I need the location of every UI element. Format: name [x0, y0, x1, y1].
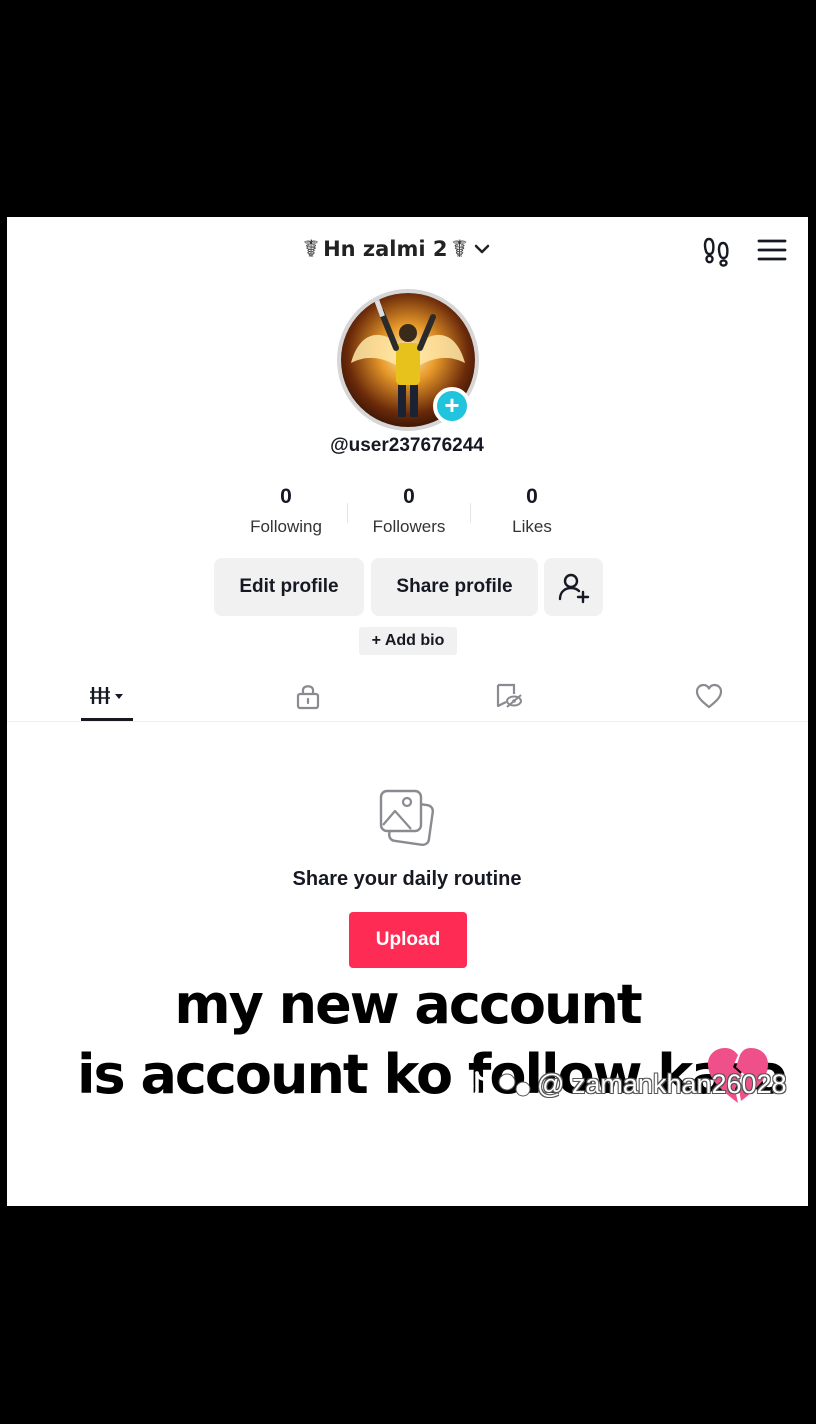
tiktok-logo-icon	[465, 1071, 531, 1098]
menu-icon[interactable]	[755, 233, 789, 267]
stat-following[interactable]: 0 Following	[226, 485, 346, 537]
lock-icon	[296, 685, 320, 710]
stat-value: 0	[526, 485, 538, 508]
add-story-badge[interactable]: +	[433, 387, 471, 425]
watermark-handle: @ zamankhan26028	[537, 1068, 787, 1099]
stat-value: 0	[403, 485, 415, 508]
top-bar: ☤ Hn zalmi 2 ☤	[7, 217, 808, 281]
footprints-icon[interactable]	[701, 233, 735, 267]
upload-button[interactable]: Upload	[349, 912, 467, 968]
profile-screen: ☤ Hn zalmi 2 ☤ + @user237676244 0 Follow…	[7, 217, 808, 1206]
stat-label: Followers	[372, 517, 446, 536]
videos-grid-icon	[90, 687, 123, 704]
share-profile-button[interactable]: Share profile	[371, 558, 538, 616]
stat-label: Likes	[512, 517, 552, 536]
watermark: @ zamankhan26028	[465, 1067, 787, 1101]
stat-divider	[470, 503, 471, 523]
tab-private[interactable]	[288, 675, 328, 717]
add-bio-button[interactable]: + Add bio	[359, 627, 457, 655]
stat-divider	[347, 503, 348, 523]
stat-label: Following	[250, 517, 322, 536]
caption-line-1: my new account	[174, 973, 642, 1036]
reposts-icon	[496, 683, 522, 708]
tab-reposts[interactable]	[489, 675, 529, 717]
tab-videos[interactable]	[81, 675, 133, 717]
edit-profile-button[interactable]: Edit profile	[214, 558, 364, 616]
photos-icon	[379, 789, 435, 847]
stat-value: 0	[280, 485, 292, 508]
chevron-down-icon[interactable]	[472, 239, 492, 259]
add-friends-button[interactable]	[544, 558, 603, 616]
tabs-divider	[7, 721, 808, 722]
tab-liked[interactable]	[689, 675, 729, 717]
heart-outline-icon	[695, 683, 723, 709]
add-user-icon	[558, 573, 589, 604]
account-switcher[interactable]: ☤ Hn zalmi 2 ☤	[303, 231, 492, 267]
eye-symbol-icon: ☤	[303, 235, 320, 263]
empty-state-title: Share your daily routine	[292, 868, 522, 890]
stat-likes[interactable]: 0 Likes	[472, 485, 592, 537]
stat-followers[interactable]: 0 Followers	[349, 485, 469, 537]
eye-symbol-icon: ☤	[451, 235, 468, 263]
account-name: Hn zalmi 2	[323, 237, 448, 261]
username: @user237676244	[330, 435, 484, 456]
